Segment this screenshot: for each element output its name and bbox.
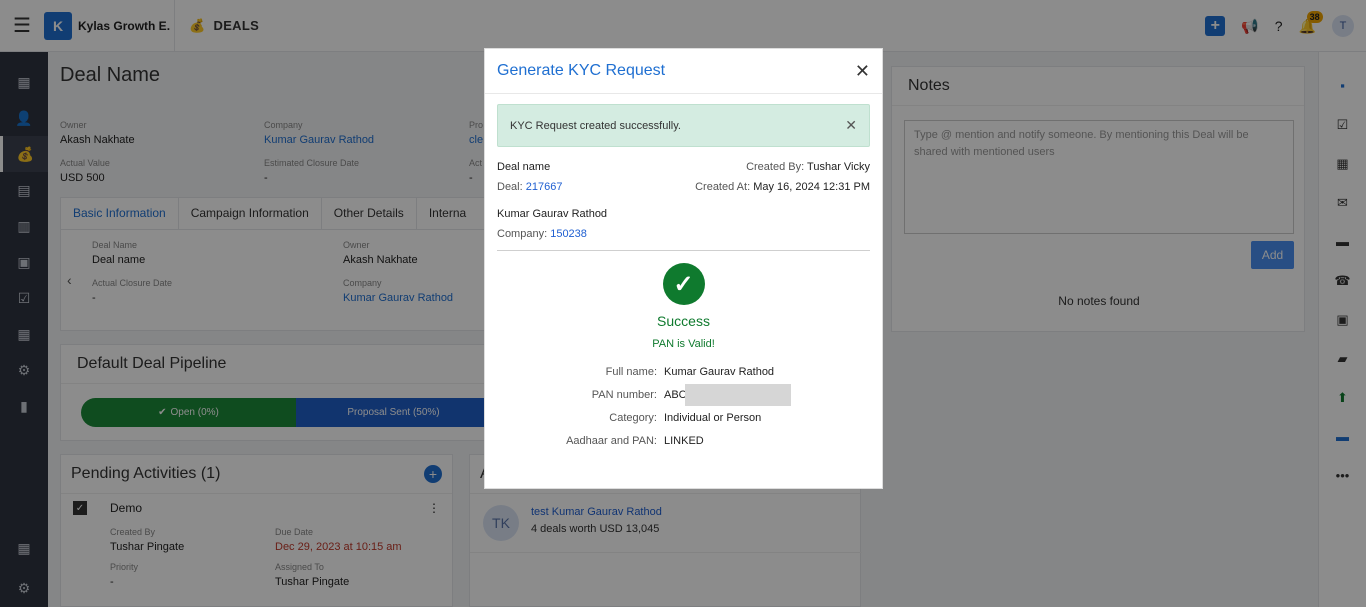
modal-header: Generate KYC Request ✕	[485, 49, 882, 94]
pan-redaction	[684, 383, 791, 406]
company-id-link[interactable]: 150238	[550, 228, 587, 240]
created-by-value: Tushar Vicky	[807, 161, 870, 173]
category-value: Individual or Person	[664, 411, 762, 424]
full-name-label: Full name:	[605, 365, 657, 378]
pan-value: ABC	[664, 383, 791, 406]
check-circle-icon: ✓	[662, 263, 705, 305]
company-row-1: Kumar Gaurav Rathod	[485, 208, 882, 220]
deal-row-2: Deal: 217667 Created At: May 16, 2024 12…	[485, 181, 882, 193]
deal-row-1: Deal name Created By: Tushar Vicky	[485, 161, 882, 173]
company-row-2: Company: 150238	[485, 228, 882, 240]
modal-title: Generate KYC Request	[497, 62, 666, 79]
deal-id-link[interactable]: 217667	[526, 181, 563, 193]
deal-label: Deal:	[497, 181, 523, 193]
close-icon[interactable]: ✕	[855, 61, 870, 82]
divider	[497, 250, 870, 251]
aadhaar-row: Aadhaar and PAN: LINKED	[485, 429, 882, 452]
kyc-fields: Full name: Kumar Gaurav Rathod PAN numbe…	[485, 360, 882, 452]
kyc-modal: Generate KYC Request ✕ KYC Request creat…	[484, 48, 883, 489]
pan-label: PAN number:	[591, 388, 657, 401]
aadhaar-value: LINKED	[664, 434, 704, 447]
pan-row: PAN number: ABC	[485, 383, 882, 406]
status-detail: PAN is Valid!	[652, 338, 715, 350]
company-label: Company:	[497, 228, 548, 240]
category-label: Category:	[609, 411, 657, 424]
status-block: ✓ Success PAN is Valid!	[485, 263, 882, 350]
created-at-value: May 16, 2024 12:31 PM	[753, 181, 870, 193]
created-at-label: Created At:	[695, 181, 751, 193]
category-row: Category: Individual or Person	[485, 406, 882, 429]
alert-message: KYC Request created successfully.	[510, 119, 681, 132]
full-name-row: Full name: Kumar Gaurav Rathod	[485, 360, 882, 383]
company-name: Kumar Gaurav Rathod	[497, 208, 608, 220]
status-text: Success	[657, 313, 710, 329]
deal-name: Deal name	[497, 161, 551, 173]
full-name-value: Kumar Gaurav Rathod	[664, 365, 775, 378]
success-alert: KYC Request created successfully. ✕	[497, 104, 870, 147]
alert-close-icon[interactable]: ✕	[845, 117, 857, 134]
aadhaar-label: Aadhaar and PAN:	[566, 434, 657, 447]
created-by-label: Created By:	[746, 161, 805, 173]
pan-prefix: ABC	[664, 388, 687, 401]
